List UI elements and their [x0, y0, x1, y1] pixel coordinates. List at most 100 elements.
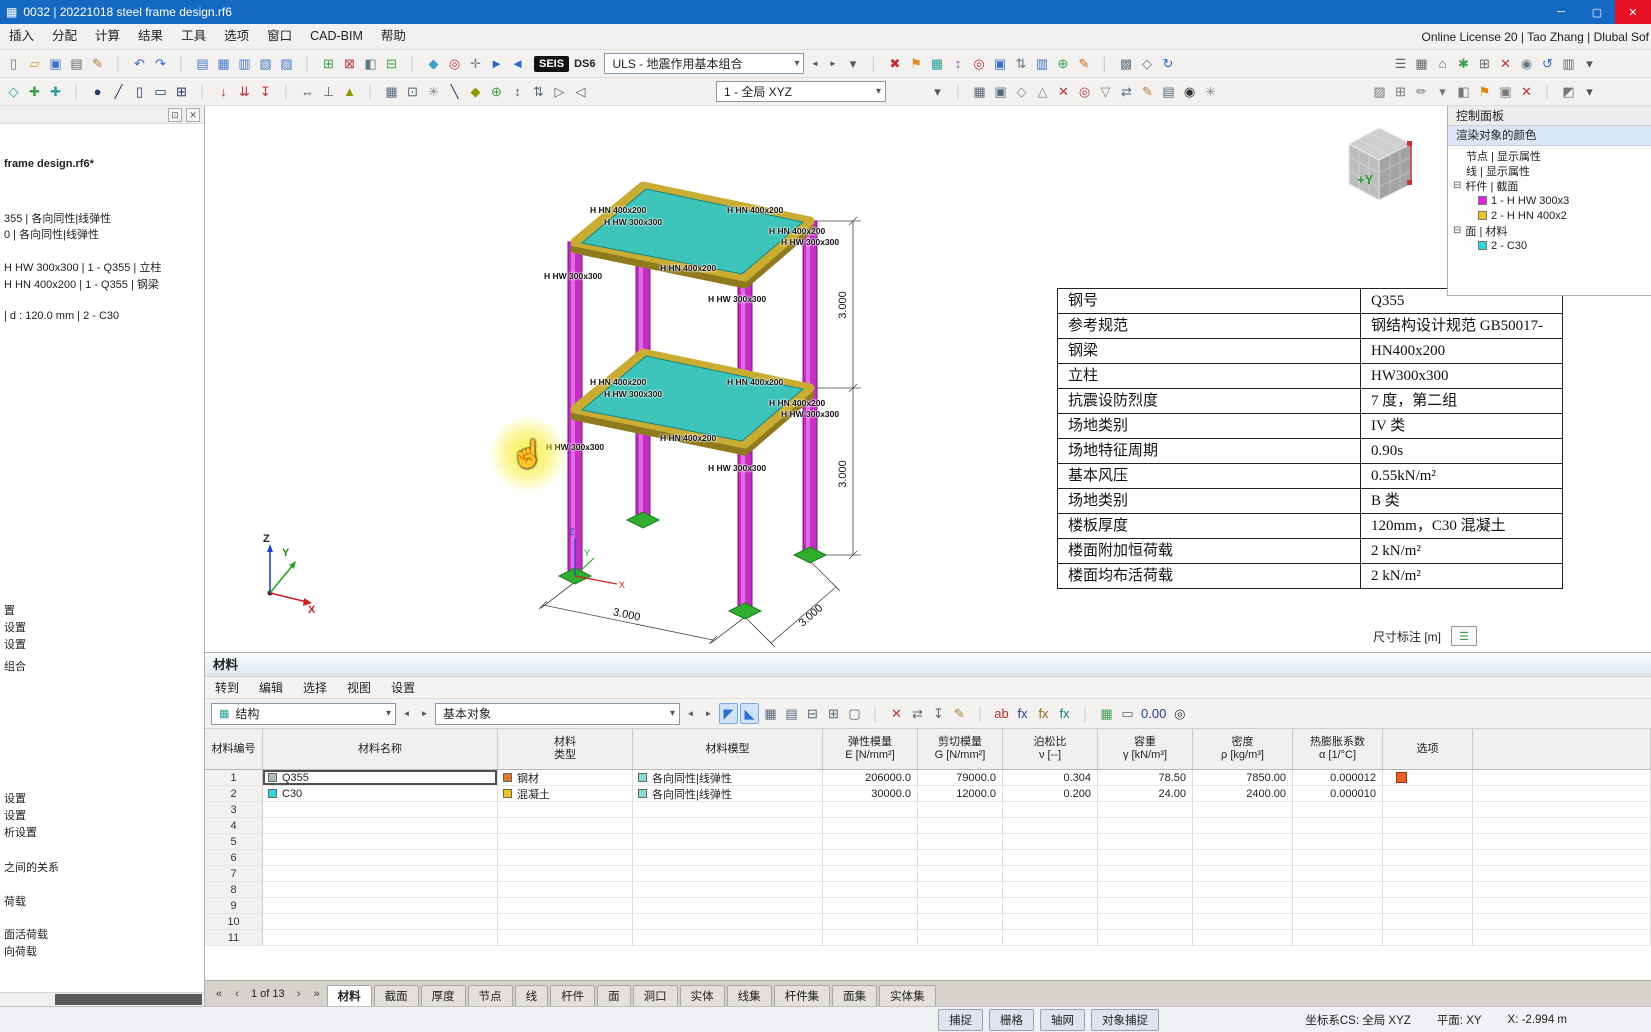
toolbar-icon[interactable]: ◇	[1137, 53, 1156, 74]
elastic-modulus-cell[interactable]: 206000.0	[823, 770, 918, 786]
toolbar-icon[interactable]: ◆	[424, 53, 443, 74]
materials-menu-item[interactable]: 编辑	[249, 679, 293, 696]
toolbar-icon[interactable]: ✕	[887, 703, 906, 724]
toolbar-icon[interactable]: ✱	[1454, 53, 1473, 74]
empty-cell[interactable]	[918, 866, 1003, 882]
column-header[interactable]: 泊松比 ν [--]	[1003, 729, 1098, 769]
row-number[interactable]: 6	[205, 850, 263, 866]
empty-cell[interactable]	[1003, 834, 1098, 850]
toolbar-icon[interactable]: ↧	[256, 81, 275, 102]
material-model-cell[interactable]: 各向同性|线弹性	[633, 786, 823, 802]
table-row[interactable]: 9	[205, 898, 1651, 914]
toolbar-icon[interactable]: ⌂	[1433, 53, 1452, 74]
empty-cell[interactable]	[1383, 930, 1473, 946]
toolbar-icon[interactable]: ↕	[948, 53, 967, 74]
toolbar-icon[interactable]: │	[971, 703, 990, 724]
toolbar-icon[interactable]: ✳	[1201, 81, 1220, 102]
toolbar-icon[interactable]: │	[277, 81, 296, 102]
empty-cell[interactable]	[823, 930, 918, 946]
prev-category-button[interactable]: ◄	[683, 704, 698, 724]
empty-cell[interactable]	[823, 914, 918, 930]
toolbar-icon[interactable]: ▦	[1097, 703, 1116, 724]
unit-weight-cell[interactable]: 24.00	[1098, 786, 1193, 802]
row-number[interactable]: 7	[205, 866, 263, 882]
empty-cell[interactable]	[263, 882, 498, 898]
toolbar-icon[interactable]: ⇄	[1117, 81, 1136, 102]
empty-cell[interactable]	[1098, 834, 1193, 850]
navigation-cube[interactable]: +Y	[1327, 114, 1431, 214]
toolbar-icon[interactable]: ●	[88, 81, 107, 102]
row-number[interactable]: 11	[205, 930, 263, 946]
floor-slab-level1[interactable]	[575, 353, 810, 451]
unit-weight-cell[interactable]: 78.50	[1098, 770, 1193, 786]
table-row[interactable]: 10	[205, 914, 1651, 930]
toolbar-icon[interactable]: ◎	[445, 53, 464, 74]
elastic-modulus-cell[interactable]: 30000.0	[823, 786, 918, 802]
toolbar-icon[interactable]: ⚑	[906, 53, 925, 74]
material-name-cell[interactable]: C30	[263, 786, 498, 802]
menu-item[interactable]: 插入	[0, 24, 43, 49]
toolbar-icon[interactable]: ✳	[424, 81, 443, 102]
menu-item[interactable]: 结果	[129, 24, 172, 49]
toolbar-icon[interactable]: │	[1538, 81, 1557, 102]
toolbar-icon[interactable]: │	[172, 53, 191, 74]
empty-cell[interactable]	[1293, 850, 1383, 866]
row-number[interactable]: 8	[205, 882, 263, 898]
menu-item[interactable]: CAD-BIM	[301, 24, 372, 49]
empty-cell[interactable]	[633, 834, 823, 850]
poisson-ratio-cell[interactable]: 0.304	[1003, 770, 1098, 786]
toolbar-icon[interactable]: ◁	[571, 81, 590, 102]
empty-cell[interactable]	[1193, 802, 1293, 818]
empty-cell[interactable]	[918, 802, 1003, 818]
empty-cell[interactable]	[1293, 818, 1383, 834]
toolbar-icon[interactable]: 0.00	[1139, 703, 1168, 724]
empty-cell[interactable]	[918, 882, 1003, 898]
toolbar-icon[interactable]: ⊕	[487, 81, 506, 102]
menu-item[interactable]: 选项	[215, 24, 258, 49]
toolbar-icon[interactable]: │	[193, 81, 212, 102]
empty-cell[interactable]	[263, 898, 498, 914]
empty-cell[interactable]	[1293, 914, 1383, 930]
toolbar-icon[interactable]: │	[67, 81, 86, 102]
thermal-expansion-cell[interactable]: 0.000012	[1293, 770, 1383, 786]
table-tab[interactable]: 面集	[832, 985, 877, 1006]
empty-cell[interactable]	[823, 882, 918, 898]
navigator-item[interactable]: 设置	[4, 619, 204, 635]
toolbar-icon[interactable]: ▦	[382, 81, 401, 102]
empty-cell[interactable]	[498, 818, 633, 834]
table-tab[interactable]: 杆件集	[774, 985, 831, 1006]
toolbar-icon[interactable]: ▩	[1116, 53, 1135, 74]
navigator-item[interactable]: 荷载	[4, 893, 204, 909]
toolbar-icon[interactable]: ▤	[1159, 81, 1178, 102]
empty-cell[interactable]	[1293, 802, 1383, 818]
empty-cell[interactable]	[1383, 802, 1473, 818]
prev-combination-button[interactable]: ◄	[807, 54, 822, 74]
empty-cell[interactable]	[263, 834, 498, 850]
seis-button[interactable]: SEIS	[534, 56, 569, 72]
empty-cell[interactable]	[1098, 866, 1193, 882]
toolbar-icon[interactable]: ▨	[277, 53, 296, 74]
empty-cell[interactable]	[1383, 898, 1473, 914]
column-header[interactable]: 材料 类型	[498, 729, 633, 769]
empty-cell[interactable]	[1003, 914, 1098, 930]
table-row[interactable]: 5	[205, 834, 1651, 850]
maximize-button[interactable]: ▢	[1579, 0, 1615, 24]
empty-cell[interactable]	[1193, 898, 1293, 914]
coordinate-system-select[interactable]: 1 - 全局 XYZ ▾	[716, 81, 886, 102]
toolbar-icon[interactable]: ✏	[1412, 81, 1431, 102]
toolbar-icon[interactable]: ◤	[719, 703, 738, 724]
toolbar-icon[interactable]: ◎	[1170, 703, 1189, 724]
column-header[interactable]: 材料名称	[263, 729, 498, 769]
empty-cell[interactable]	[498, 914, 633, 930]
toolbar-icon[interactable]: ▥	[1032, 53, 1051, 74]
toolbar-icon[interactable]: ◩	[1559, 81, 1578, 102]
object-category-select[interactable]: 基本对象 ▾	[435, 703, 680, 725]
dock-panel-button[interactable]: ⊡	[168, 108, 182, 122]
toolbar-icon[interactable]: │	[1095, 53, 1114, 74]
table-row[interactable]: 6	[205, 850, 1651, 866]
toolbar-icon[interactable]: ◉	[1517, 53, 1536, 74]
toolbar-icon[interactable]: ▾	[1580, 53, 1599, 74]
toolbar-icon[interactable]: ⊟	[382, 53, 401, 74]
shear-modulus-cell[interactable]: 12000.0	[918, 786, 1003, 802]
toolbar-icon[interactable]: ⊠	[340, 53, 359, 74]
